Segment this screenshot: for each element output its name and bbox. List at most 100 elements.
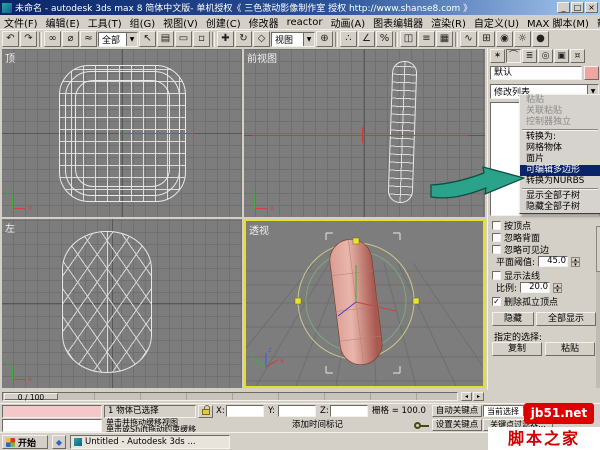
viewport-left[interactable]: 左 x y [2,219,242,388]
minimize-button[interactable]: _ [557,2,570,13]
next-frame-icon[interactable]: ▸ [473,392,484,401]
delete-isolated-vertices-row[interactable]: 删除孤立顶点 [492,296,558,308]
menu-group[interactable]: 组(G) [126,15,160,30]
select-and-rotate-icon[interactable]: ↻ [235,31,252,47]
tab-modify-icon[interactable]: ⌒ [506,49,521,63]
unlink-selection-icon[interactable]: ⌀ [62,31,79,47]
quick-render-icon[interactable]: ● [532,31,549,47]
selection-filter-dropdown[interactable]: 全部 ▼ [98,31,138,47]
menu-item-editable-mesh[interactable]: 网格物体 [520,143,600,154]
menu-reactor[interactable]: reactor [283,17,327,28]
menu-edit[interactable]: 编辑(E) [42,15,84,30]
menu-item-convert-to-nurbs[interactable]: 转换为NURBS [520,176,600,187]
time-slider-thumb[interactable]: 0 / 100 [4,393,58,401]
ignore-backfacing-row[interactable]: 忽略背面 [492,232,540,244]
taskbar-task-button[interactable]: Untitled - Autodesk 3ds ... [70,435,230,449]
menu-item-editable-poly[interactable]: 可编辑多边形 [520,165,600,176]
rectangular-selection-region-icon[interactable]: ▭ [175,31,192,47]
menu-rendering[interactable]: 渲染(R) [427,15,470,30]
viewport-left-label[interactable]: 左 [5,220,15,235]
paste-button[interactable]: 粘贴 [545,342,595,356]
layer-manager-icon[interactable]: ▦ [436,31,453,47]
menu-file[interactable]: 文件(F) [0,15,42,30]
ignore-visible-edges-row[interactable]: 忽略可见边 [492,244,549,256]
previous-frame-icon[interactable]: ◂ [461,392,472,401]
object-name-field[interactable]: 默认 [490,66,582,80]
unhide-all-button[interactable]: 全部显示 [536,312,596,326]
percent-snap-icon[interactable]: % [376,31,393,47]
quick-launch-icon[interactable]: ◆ [52,435,66,449]
mirror-icon[interactable]: ◫ [400,31,417,47]
menu-graph-editors[interactable]: 图表编辑器 [369,15,427,30]
select-and-move-icon[interactable]: ✚ [217,31,234,47]
time-slider-track[interactable]: 0 / 100 [2,392,458,401]
menu-item-paste[interactable]: 粘贴 [520,95,600,106]
maximize-button[interactable]: □ [571,2,584,13]
tab-utilities-icon[interactable]: ¤ [570,49,585,63]
menu-maxscript[interactable]: MAX 脚本(M) [523,15,593,30]
render-scene-icon[interactable]: ☼ [514,31,531,47]
viewport-perspective-label[interactable]: 透视 [249,222,269,237]
x-coordinate-field[interactable] [226,405,264,417]
ignore-visible-edges-checkbox[interactable] [492,245,501,254]
select-by-name-icon[interactable]: ▤ [157,31,174,47]
redo-icon[interactable]: ↷ [20,31,37,47]
align-icon[interactable]: ≡ [418,31,435,47]
schematic-view-icon[interactable]: ⊞ [478,31,495,47]
menu-create[interactable]: 创建(C) [202,15,245,30]
object-color-swatch[interactable] [584,66,599,80]
menu-help[interactable]: 帮助(H) [593,15,600,30]
show-normals-checkbox[interactable] [492,271,501,280]
viewport-front-label[interactable]: 前视图 [247,50,277,65]
close-button[interactable]: × [585,2,598,13]
menu-item-paste-instanced[interactable]: 关联粘贴 [520,106,600,117]
set-key-button[interactable]: 设置关键点 [432,419,482,431]
menu-item-make-controller-unique[interactable]: 控制器独立 [520,117,600,128]
maxscript-mini-listener-white[interactable] [2,419,102,432]
tab-hierarchy-icon[interactable]: ≣ [522,49,537,63]
copy-button[interactable]: 复制 [492,342,542,356]
delete-isolated-vertices-checkbox[interactable] [492,297,501,306]
key-icon[interactable] [414,422,429,429]
menu-tools[interactable]: 工具(T) [84,15,126,30]
viewport-top-label[interactable]: 顶 [5,50,15,65]
selection-lock-toggle[interactable] [198,404,213,418]
ignore-backfacing-checkbox[interactable] [492,233,501,242]
viewport-perspective[interactable]: 透视 x y z [244,219,485,388]
panel-scrollbar-thumb[interactable] [596,226,600,272]
menu-modifiers[interactable]: 修改器 [245,15,283,30]
material-editor-icon[interactable]: ◉ [496,31,513,47]
undo-icon[interactable]: ↶ [2,31,19,47]
y-coordinate-field[interactable] [278,405,316,417]
use-pivot-point-icon[interactable]: ⊕ [316,31,333,47]
menu-customize[interactable]: 自定义(U) [470,15,523,30]
maxscript-mini-listener-pink[interactable] [2,405,102,418]
hide-button[interactable]: 隐藏 [492,312,534,326]
bind-to-space-warp-icon[interactable]: ≈ [80,31,97,47]
window-crossing-icon[interactable]: ▫ [193,31,210,47]
chevron-down-icon[interactable]: ▼ [303,32,314,46]
planar-threshold-field[interactable]: 45.0 [538,256,569,267]
menu-item-editable-patch[interactable]: 面片 [520,154,600,165]
by-vertex-row[interactable]: 按顶点 [492,220,531,232]
viewport-top[interactable]: 顶 x y [2,49,242,217]
z-coordinate-field[interactable] [330,405,368,417]
auto-key-button[interactable]: 自动关键点 [432,405,482,417]
menu-views[interactable]: 视图(V) [159,15,202,30]
reference-coordsys-dropdown[interactable]: 视图 ▼ [271,31,315,47]
select-object-icon[interactable]: ↖ [139,31,156,47]
spinner-arrows[interactable]: ▴ ▾ [553,282,563,293]
menu-animation[interactable]: 动画(A) [326,15,369,30]
panel-scrollbar[interactable] [596,226,600,388]
menu-item-convert-to[interactable]: 转换为: [520,132,600,143]
spinner-arrows[interactable]: ▴ ▾ [571,256,581,267]
chevron-down-icon[interactable]: ▼ [126,32,137,46]
tab-motion-icon[interactable]: ◎ [538,49,553,63]
show-normals-row[interactable]: 显示法线 [492,270,540,282]
tab-display-icon[interactable]: ▣ [554,49,569,63]
by-vertex-checkbox[interactable] [492,221,501,230]
menu-item-show-all-subtrees[interactable]: 显示全部子树 [520,191,600,202]
snap-toggle-icon[interactable]: ∴ [340,31,357,47]
curve-editor-icon[interactable]: ∿ [460,31,477,47]
add-time-tag[interactable]: 添加时间标记 [292,420,343,431]
